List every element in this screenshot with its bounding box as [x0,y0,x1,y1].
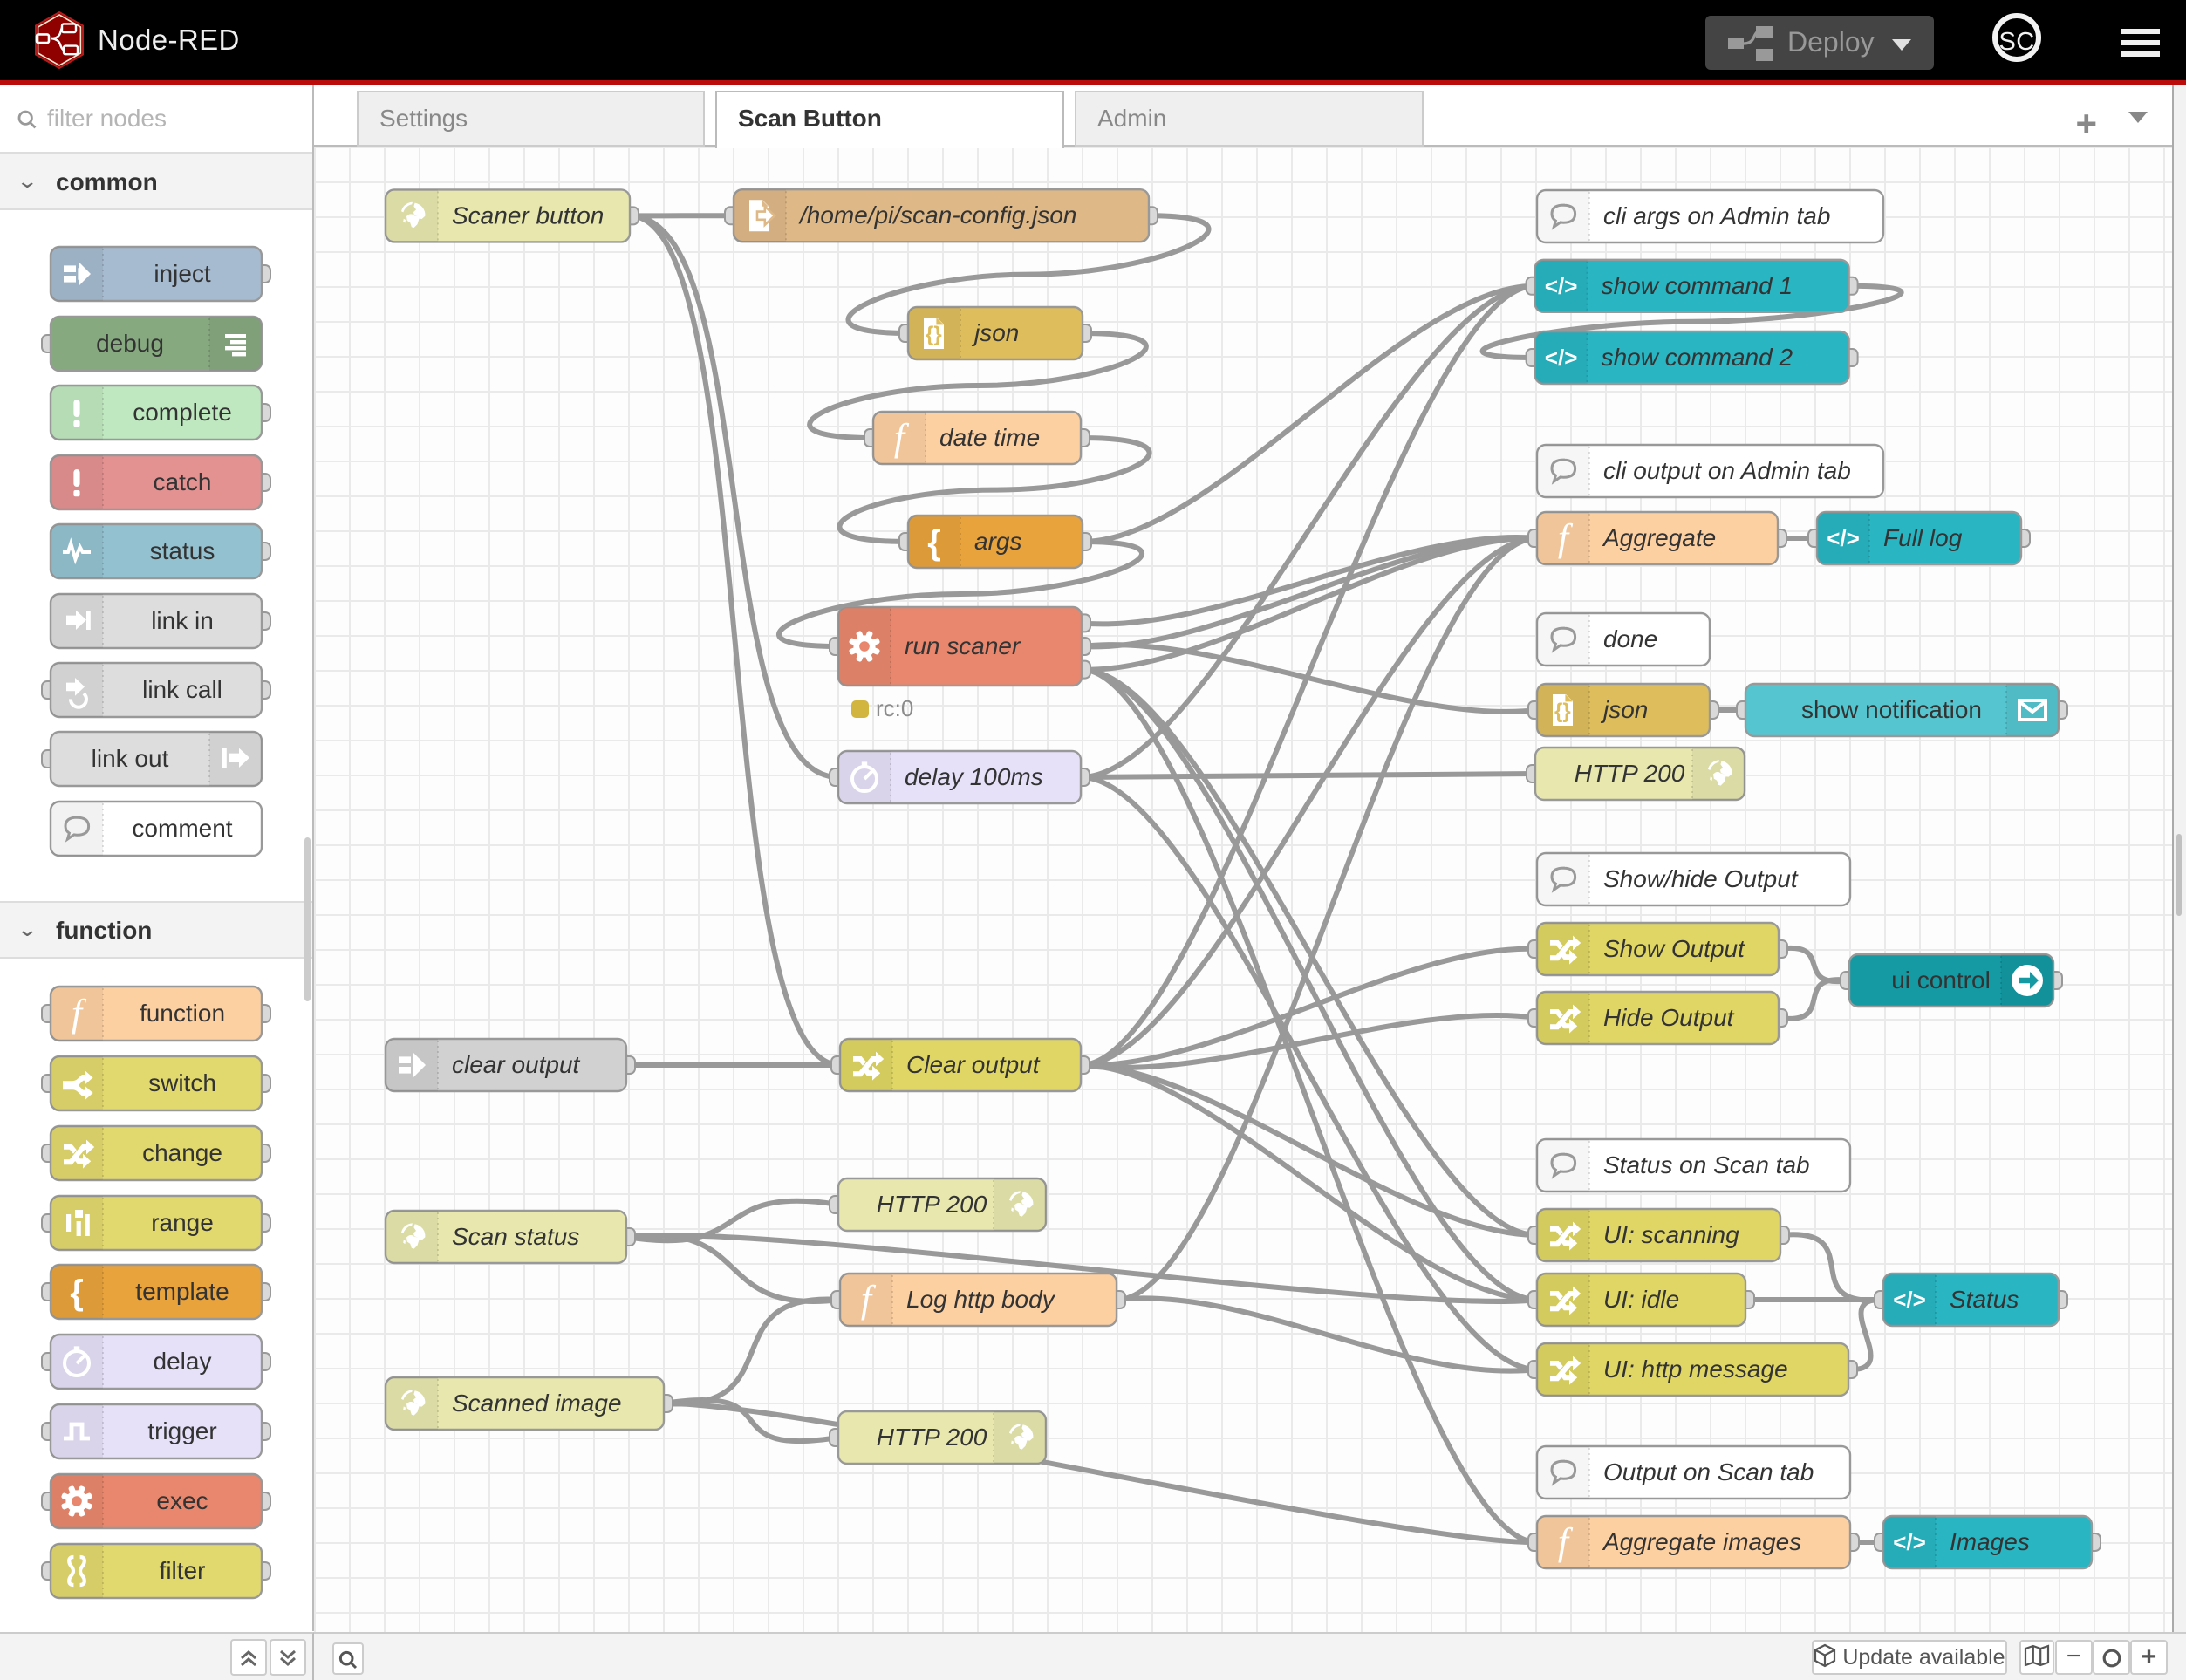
svg-text:inject: inject [154,260,211,287]
svg-text:catch: catch [154,468,212,495]
svg-text:Hide Output: Hide Output [1603,1004,1735,1031]
svg-text:Clear output: Clear output [906,1051,1041,1078]
svg-text:{: { [70,1274,84,1312]
svg-text:debug: debug [96,330,164,357]
svg-text:clear output: clear output [452,1051,581,1078]
svg-text:HTTP 200: HTTP 200 [1575,760,1685,787]
svg-text:</>: </> [1893,1287,1926,1313]
svg-text:template: template [135,1278,229,1305]
svg-text:Images: Images [1950,1528,2030,1555]
svg-text:UI: idle: UI: idle [1603,1286,1679,1313]
svg-text:complete: complete [133,399,232,426]
svg-text:done: done [1603,625,1657,652]
svg-text:Scan status: Scan status [452,1223,579,1250]
svg-text:Status: Status [1950,1286,2019,1313]
svg-text:delay 100ms: delay 100ms [905,763,1043,790]
svg-text:delay: delay [154,1348,212,1375]
svg-text:{: { [927,523,941,562]
svg-text:Output on Scan tab: Output on Scan tab [1603,1458,1814,1485]
svg-text:Log http body: Log http body [906,1286,1056,1313]
svg-text:UI: scanning: UI: scanning [1603,1221,1739,1248]
svg-text:Scanned image: Scanned image [452,1390,622,1417]
svg-text:link out: link out [92,745,169,772]
svg-text:run scaner: run scaner [905,632,1021,659]
svg-text:UI: http message: UI: http message [1603,1356,1788,1383]
svg-text:date time: date time [939,424,1040,451]
svg-text:Scaner button: Scaner button [452,201,604,229]
svg-text:ui control: ui control [1891,966,1991,994]
svg-text:cli output on Admin tab: cli output on Admin tab [1603,457,1851,484]
svg-text:comment: comment [132,815,232,842]
svg-text:</>: </> [1545,273,1578,299]
svg-text:link in: link in [151,607,214,634]
svg-text:status: status [150,537,215,564]
svg-text:</>: </> [1545,345,1578,371]
svg-text:cli args on Admin tab: cli args on Admin tab [1603,202,1830,229]
svg-text:{}: {} [926,323,942,346]
svg-text:json: json [971,319,1019,346]
svg-text:Aggregate: Aggregate [1602,524,1716,551]
svg-text:rc:0: rc:0 [876,695,913,721]
svg-text:Aggregate images: Aggregate images [1602,1528,1801,1555]
svg-text:link call: link call [142,676,222,703]
svg-text:change: change [142,1139,222,1166]
svg-text:HTTP 200: HTTP 200 [877,1191,987,1218]
svg-text:Status on Scan tab: Status on Scan tab [1603,1151,1810,1178]
svg-text:trigger: trigger [147,1417,216,1444]
svg-text:function: function [140,1000,225,1027]
svg-text:exec: exec [156,1487,208,1514]
svg-text:show command 1: show command 1 [1602,272,1793,299]
svg-text:/home/pi/scan-config.json: /home/pi/scan-config.json [798,201,1077,229]
svg-text:range: range [151,1209,214,1236]
svg-text:Show/hide Output: Show/hide Output [1603,865,1799,892]
svg-text:switch: switch [148,1069,216,1096]
svg-text:args: args [974,528,1021,555]
svg-text:HTTP 200: HTTP 200 [877,1424,987,1451]
svg-text:{}: {} [1554,700,1571,723]
svg-text:json: json [1600,696,1648,723]
svg-text:</>: </> [1893,1529,1926,1555]
svg-text:Show Output: Show Output [1603,935,1745,962]
svg-text:Full log: Full log [1883,524,1963,551]
svg-text:show command 2: show command 2 [1602,344,1793,371]
svg-text:filter: filter [160,1557,206,1584]
svg-text:</>: </> [1827,525,1860,551]
svg-text:show notification: show notification [1801,696,1982,723]
